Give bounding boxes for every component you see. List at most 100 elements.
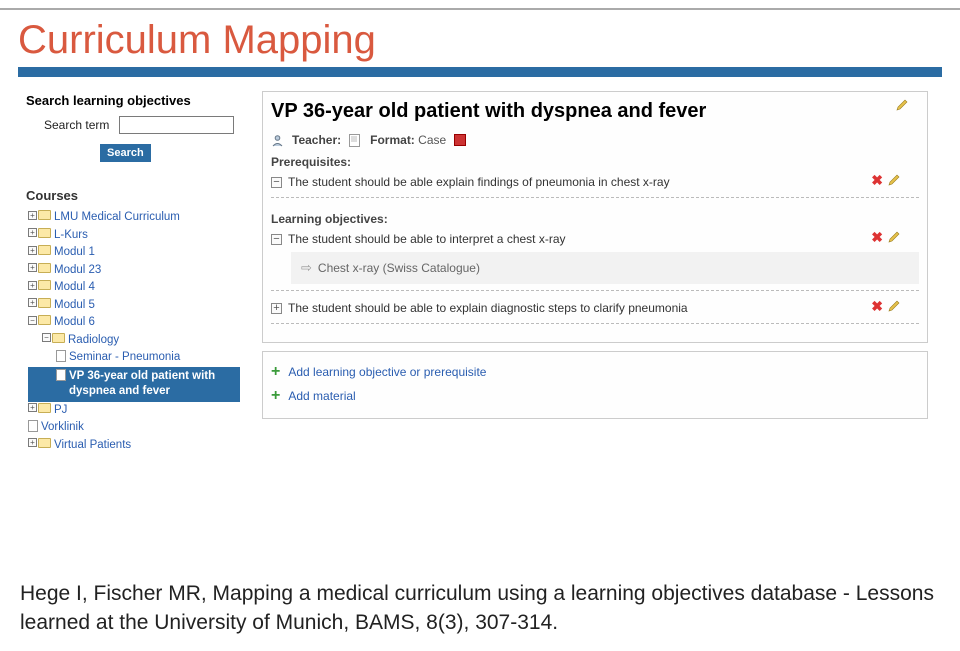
folder-icon <box>38 298 51 308</box>
course-tree: +LMU Medical Curriculum+L-Kurs+Modul 1+M… <box>28 209 240 454</box>
tree-node-icon: + <box>28 245 51 255</box>
catalogue-reference-text: Chest x-ray (Swiss Catalogue) <box>318 261 480 275</box>
tree-node-label: LMU Medical Curriculum <box>54 210 180 226</box>
tree-node-label: Modul 5 <box>54 298 95 314</box>
search-objectives-heading: Search learning objectives <box>26 93 240 108</box>
tree-node[interactable]: VP 36-year old patient with dyspnea and … <box>28 367 240 402</box>
learning-objective-row: +The student should be able to explain d… <box>271 299 919 317</box>
tree-node-label: Modul 1 <box>54 245 95 261</box>
tree-node-icon <box>56 350 66 362</box>
folder-icon <box>38 403 51 413</box>
add-lo-label: Add learning objective or prerequisite <box>288 365 486 379</box>
tree-node[interactable]: + Modul 1 <box>28 244 240 262</box>
main-panel: VP 36-year old patient with dyspnea and … <box>248 77 942 462</box>
collapse-icon[interactable]: − <box>42 333 51 342</box>
sidebar: Search learning objectives Search term S… <box>18 77 248 462</box>
folder-icon <box>38 210 51 220</box>
edit-case-button[interactable] <box>895 98 909 115</box>
tree-node-label: L-Kurs <box>54 228 88 244</box>
learning-objective-item: +The student should be able to explain d… <box>271 299 919 317</box>
slide-title: Curriculum Mapping <box>18 18 960 63</box>
expand-icon[interactable]: + <box>28 211 37 220</box>
search-input[interactable] <box>119 116 234 134</box>
search-term-label: Search term <box>44 118 109 132</box>
tree-node-icon: + <box>28 438 51 448</box>
page-icon <box>28 420 38 432</box>
collapse-icon[interactable]: − <box>271 234 282 245</box>
tree-node[interactable]: Seminar - Pneumonia <box>28 349 240 367</box>
folder-icon <box>38 438 51 448</box>
expand-icon[interactable]: + <box>28 298 37 307</box>
tree-node-label: VP 36-year old patient with dyspnea and … <box>69 369 240 400</box>
add-learning-objective-link[interactable]: + Add learning objective or prerequisite <box>271 360 919 384</box>
tree-node-icon: + <box>28 228 51 238</box>
plus-icon: + <box>271 364 280 380</box>
row-actions: ✖ <box>871 299 901 313</box>
tree-node-icon <box>28 420 38 432</box>
tree-node-icon: + <box>28 298 51 308</box>
tree-node-label: Modul 6 <box>54 315 95 331</box>
edit-button[interactable] <box>887 299 901 313</box>
tree-node[interactable]: + LMU Medical Curriculum <box>28 209 240 227</box>
learning-objective-row: −The student should be able to interpret… <box>271 230 919 248</box>
tree-node[interactable]: + PJ <box>28 402 240 420</box>
catalogue-reference[interactable]: ⇨ Chest x-ray (Swiss Catalogue) <box>291 252 919 284</box>
expand-icon[interactable]: + <box>28 263 37 272</box>
tree-node[interactable]: + L-Kurs <box>28 227 240 245</box>
case-detail-box: VP 36-year old patient with dyspnea and … <box>262 91 928 343</box>
expand-icon[interactable]: + <box>28 228 37 237</box>
learning-objective-text: The student should be able to interpret … <box>288 232 566 246</box>
delete-button[interactable]: ✖ <box>871 299 883 313</box>
tree-node[interactable]: −Radiology <box>28 332 240 350</box>
app-topbar <box>18 67 942 77</box>
tree-node-icon: + <box>28 280 51 290</box>
tree-node[interactable]: − Modul 6 <box>28 314 240 332</box>
add-material-link[interactable]: + Add material <box>271 384 919 408</box>
page-icon <box>56 369 66 381</box>
plus-icon: + <box>271 388 280 404</box>
tree-node-label: Vorklinik <box>41 420 84 436</box>
arrow-right-icon: ⇨ <box>301 260 312 276</box>
collapse-icon[interactable]: − <box>271 177 282 188</box>
delete-button[interactable]: ✖ <box>871 230 883 244</box>
tree-node-label: Modul 4 <box>54 280 95 296</box>
pencil-icon <box>895 98 909 112</box>
expand-icon[interactable]: + <box>271 303 282 314</box>
folder-icon <box>38 280 51 290</box>
format-icon <box>349 134 362 147</box>
tree-node-label: Virtual Patients <box>54 438 131 454</box>
page-icon <box>56 350 66 362</box>
app-screenshot: Search learning objectives Search term S… <box>18 67 942 462</box>
divider <box>271 323 919 324</box>
divider <box>271 197 919 198</box>
tree-node-icon: − <box>28 315 51 325</box>
tree-node[interactable]: + Modul 4 <box>28 279 240 297</box>
expand-icon[interactable]: + <box>28 246 37 255</box>
tree-node[interactable]: + Virtual Patients <box>28 437 240 455</box>
prerequisites-heading: Prerequisites: <box>271 155 919 169</box>
top-rule <box>0 8 960 10</box>
tree-node-label: PJ <box>54 403 67 419</box>
case-title: VP 36-year old patient with dyspnea and … <box>271 100 919 123</box>
tree-node[interactable]: +Modul 23 <box>28 262 240 280</box>
add-actions-box: + Add learning objective or prerequisite… <box>262 351 928 419</box>
tree-node[interactable]: Vorklinik <box>28 419 240 437</box>
app-body: Search learning objectives Search term S… <box>18 77 942 462</box>
edit-button[interactable] <box>887 173 901 187</box>
search-button[interactable]: Search <box>100 144 151 162</box>
courses-heading: Courses <box>26 188 240 203</box>
citation-text: Hege I, Fischer MR, Mapping a medical cu… <box>20 580 940 637</box>
divider <box>271 290 919 291</box>
expand-icon[interactable]: + <box>28 438 37 447</box>
tree-node-icon: + <box>28 263 51 273</box>
edit-button[interactable] <box>887 230 901 244</box>
folder-icon <box>52 333 65 343</box>
folder-icon <box>38 245 51 255</box>
expand-icon[interactable]: + <box>28 403 37 412</box>
collapse-icon[interactable]: − <box>28 316 37 325</box>
expand-icon[interactable]: + <box>28 281 37 290</box>
prerequisite-text: The student should be able explain findi… <box>288 175 670 189</box>
delete-button[interactable]: ✖ <box>871 173 883 187</box>
teacher-label: Teacher: <box>292 133 341 147</box>
tree-node[interactable]: + Modul 5 <box>28 297 240 315</box>
